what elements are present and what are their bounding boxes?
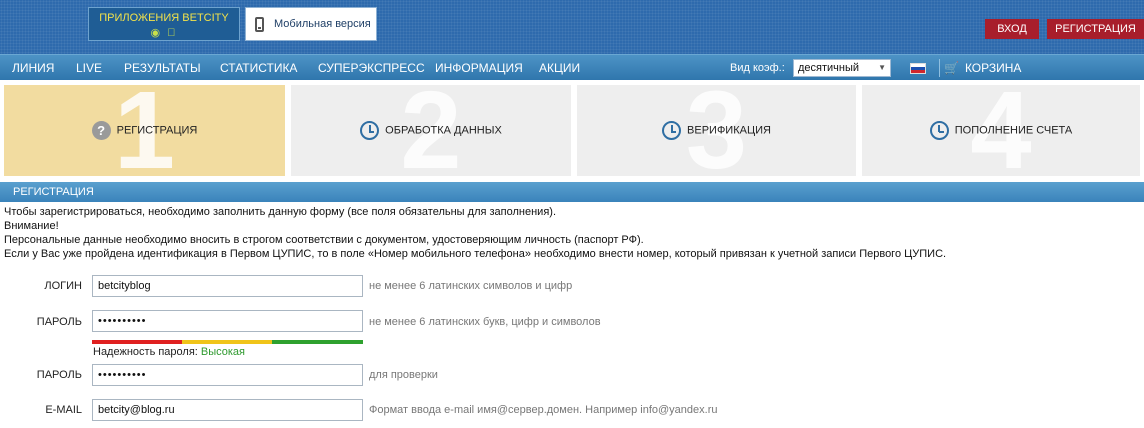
password-label: ПАРОЛЬ [36, 316, 82, 328]
password-strength-bar [92, 340, 363, 344]
cart-label: КОРЗИНА [964, 61, 1022, 75]
mobile-version-label: Мобильная версия [274, 18, 371, 30]
nav-item-live[interactable]: LIVE [76, 55, 102, 81]
mobile-version-button[interactable]: Мобильная версия [245, 7, 377, 41]
main-nav: ЛИНИЯ LIVE РЕЗУЛЬТАТЫ СТАТИСТИКА СУПЕРЭК… [0, 54, 1144, 80]
russia-flag-icon[interactable] [910, 63, 926, 74]
password-input[interactable]: •••••••••• [92, 310, 363, 332]
coef-label: Вид коэф.: [730, 62, 785, 74]
strength-segment [182, 340, 272, 344]
cart-icon: 🛒 [944, 61, 959, 75]
email-hint: Формат ввода e-mail имя@сервер.домен. На… [369, 404, 718, 416]
nav-item-information[interactable]: ИНФОРМАЦИЯ [435, 55, 523, 81]
site-header: ПРИЛОЖЕНИЯ BETCITY ◉  Мобильная версия … [0, 0, 1144, 54]
clock-icon [929, 121, 949, 140]
chevron-down-icon: ▼ [878, 63, 886, 72]
clock-icon [662, 121, 682, 140]
password-confirm-input[interactable]: •••••••••• [92, 364, 363, 386]
nav-item-line[interactable]: ЛИНИЯ [12, 55, 54, 81]
login-hint: не менее 6 латинских символов и цифр [369, 280, 573, 292]
intro-line: Персональные данные необходимо вносить в… [4, 234, 644, 246]
cart-link[interactable]: 🛒 КОРЗИНА [944, 55, 1021, 81]
intro-warning: Внимание! [4, 220, 59, 232]
login-label: ЛОГИН [44, 280, 82, 292]
coef-select[interactable]: десятичный ▼ [793, 59, 891, 77]
strength-segment [272, 340, 363, 344]
password-strength-value: Высокая [200, 346, 245, 358]
nav-divider [939, 59, 940, 77]
section-title: РЕГИСТРАЦИЯ [0, 182, 1144, 202]
android-apple-icon: ◉  [151, 27, 176, 39]
password-strength: Надежность пароля: Высокая [93, 346, 245, 358]
phone-icon [255, 17, 264, 32]
login-button[interactable]: ВХОД [985, 19, 1039, 39]
email-input[interactable]: betcity@blog.ru [92, 399, 363, 421]
step-label: РЕГИСТРАЦИЯ [116, 124, 198, 137]
intro-line: Чтобы зарегистрироваться, необходимо зап… [4, 206, 556, 218]
apps-button[interactable]: ПРИЛОЖЕНИЯ BETCITY ◉  [88, 7, 240, 41]
step-deposit[interactable]: 4 ПОПОЛНЕНИЕ СЧЕТА [862, 85, 1140, 176]
password-strength-label: Надежность пароля: [93, 346, 198, 358]
step-label: ВЕРИФИКАЦИЯ [687, 124, 771, 137]
email-label: E-MAIL [45, 404, 82, 416]
nav-item-results[interactable]: РЕЗУЛЬТАТЫ [124, 55, 201, 81]
nav-item-promotions[interactable]: АКЦИИ [539, 55, 580, 81]
nav-item-superexpress[interactable]: СУПЕРЭКСПРЕСС [318, 55, 425, 81]
password-confirm-label: ПАРОЛЬ [36, 369, 82, 381]
apps-button-label: ПРИЛОЖЕНИЯ BETCITY [99, 12, 229, 24]
step-verification[interactable]: 3 ВЕРИФИКАЦИЯ [577, 85, 856, 176]
nav-item-statistics[interactable]: СТАТИСТИКА [220, 55, 297, 81]
intro-text: Чтобы зарегистрироваться, необходимо зап… [4, 205, 1134, 261]
step-registration[interactable]: 1 ? РЕГИСТРАЦИЯ [4, 85, 285, 176]
clock-icon [360, 121, 380, 140]
step-data-processing[interactable]: 2 ОБРАБОТКА ДАННЫХ [291, 85, 571, 176]
password-confirm-hint: для проверки [369, 369, 438, 381]
login-input[interactable]: betcityblog [92, 275, 363, 297]
step-label: ПОПОЛНЕНИЕ СЧЕТА [954, 124, 1073, 137]
step-label: ОБРАБОТКА ДАННЫХ [385, 124, 502, 137]
coef-select-value: десятичный [798, 62, 860, 74]
password-hint: не менее 6 латинских букв, цифр и символ… [369, 316, 601, 328]
question-icon: ? [91, 121, 111, 140]
intro-line: Если у Вас уже пройдена идентификация в … [4, 248, 947, 260]
strength-segment [92, 340, 182, 344]
register-button[interactable]: РЕГИСТРАЦИЯ [1047, 19, 1144, 39]
